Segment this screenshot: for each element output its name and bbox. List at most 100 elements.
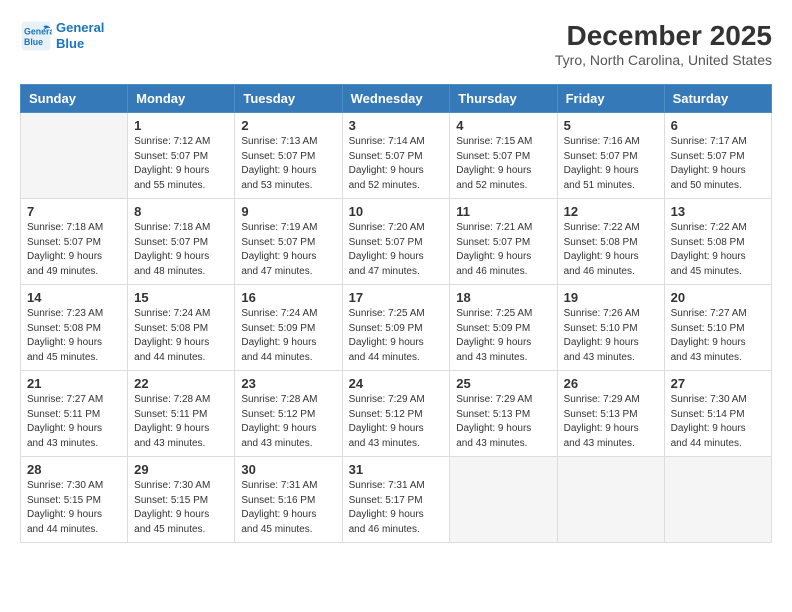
day-number: 25 xyxy=(456,376,550,391)
table-row: 13Sunrise: 7:22 AMSunset: 5:08 PMDayligh… xyxy=(664,199,771,285)
table-row: 31 Sunrise: 7:31 AMSunset: 5:17 PMDayligh… xyxy=(342,457,450,543)
logo-text: General Blue xyxy=(56,20,104,51)
table-row: 28Sunrise: 7:30 AMSunset: 5:15 PMDayligh… xyxy=(21,457,128,543)
day-info: Sunrise: 7:25 AMSunset: 5:09 PMDaylight:… xyxy=(349,307,444,365)
day-number: 9 xyxy=(241,204,335,219)
day-info: Sunrise: 7:29 AMSunset: 5:13 PMDaylight:… xyxy=(564,393,658,451)
day-number: 26 xyxy=(564,376,658,391)
table-row: 2 Sunrise: 7:13 AMSunset: 5:07 PMDaylight… xyxy=(235,113,342,199)
day-number: 5 xyxy=(564,118,658,133)
day-number: 14 xyxy=(27,290,121,305)
day-info: Sunrise: 7:21 AMSunset: 5:07 PMDaylight:… xyxy=(456,221,550,279)
day-info: Sunrise: 7:22 AMSunset: 5:08 PMDaylight:… xyxy=(564,221,658,279)
day-info: Sunrise: 7:31 AMSunset: 5:16 PMDaylight:… xyxy=(241,479,335,537)
table-row: 10 Sunrise: 7:20 AMSunset: 5:07 PMDayligh… xyxy=(342,199,450,285)
day-number: 31 xyxy=(349,462,444,477)
table-row: 12 Sunrise: 7:22 AMSunset: 5:08 PMDayligh… xyxy=(557,199,664,285)
day-info: Sunrise: 7:15 AMSunset: 5:07 PMDaylight:… xyxy=(456,135,550,193)
table-row xyxy=(21,113,128,199)
calendar-subtitle: Tyro, North Carolina, United States xyxy=(555,52,772,68)
day-info: Sunrise: 7:16 AMSunset: 5:07 PMDaylight:… xyxy=(564,135,658,193)
table-row: 30 Sunrise: 7:31 AMSunset: 5:16 PMDayligh… xyxy=(235,457,342,543)
table-row: 5 Sunrise: 7:16 AMSunset: 5:07 PMDaylight… xyxy=(557,113,664,199)
table-row: 29 Sunrise: 7:30 AMSunset: 5:15 PMDayligh… xyxy=(128,457,235,543)
table-row: 21 Sunrise: 7:27 AMSunset: 5:11 PMDayligh… xyxy=(21,371,128,457)
table-row: 18 Sunrise: 7:25 AMSunset: 5:09 PMDayligh… xyxy=(450,285,557,371)
day-number: 15 xyxy=(134,290,228,305)
day-info: Sunrise: 7:31 AMSunset: 5:17 PMDaylight:… xyxy=(349,479,444,537)
day-number: 4 xyxy=(456,118,550,133)
day-number: 11 xyxy=(456,204,550,219)
calendar-week-row: 21 Sunrise: 7:27 AMSunset: 5:11 PMDayligh… xyxy=(21,371,772,457)
header-tuesday: Tuesday xyxy=(235,85,342,113)
day-number: 8 xyxy=(134,204,228,219)
day-info: Sunrise: 7:25 AMSunset: 5:09 PMDaylight:… xyxy=(456,307,550,365)
table-row: 22 Sunrise: 7:28 AMSunset: 5:11 PMDayligh… xyxy=(128,371,235,457)
day-number: 12 xyxy=(564,204,658,219)
table-row xyxy=(450,457,557,543)
day-number: 27 xyxy=(671,376,765,391)
logo: General Blue General Blue xyxy=(20,20,104,52)
day-info: Sunrise: 7:14 AMSunset: 5:07 PMDaylight:… xyxy=(349,135,444,193)
day-info: Sunrise: 7:29 AMSunset: 5:13 PMDaylight:… xyxy=(456,393,550,451)
day-info: Sunrise: 7:18 AMSunset: 5:07 PMDaylight:… xyxy=(27,221,121,279)
table-row: 11 Sunrise: 7:21 AMSunset: 5:07 PMDayligh… xyxy=(450,199,557,285)
day-info: Sunrise: 7:18 AMSunset: 5:07 PMDaylight:… xyxy=(134,221,228,279)
table-row: 26 Sunrise: 7:29 AMSunset: 5:13 PMDayligh… xyxy=(557,371,664,457)
weekday-header-row: Sunday Monday Tuesday Wednesday Thursday… xyxy=(21,85,772,113)
day-info: Sunrise: 7:26 AMSunset: 5:10 PMDaylight:… xyxy=(564,307,658,365)
calendar-week-row: 7 Sunrise: 7:18 AMSunset: 5:07 PMDaylight… xyxy=(21,199,772,285)
day-info: Sunrise: 7:30 AMSunset: 5:15 PMDaylight:… xyxy=(134,479,228,537)
table-row: 1Sunrise: 7:12 AMSunset: 5:07 PMDaylight… xyxy=(128,113,235,199)
table-row: 25 Sunrise: 7:29 AMSunset: 5:13 PMDayligh… xyxy=(450,371,557,457)
header-thursday: Thursday xyxy=(450,85,557,113)
header-saturday: Saturday xyxy=(664,85,771,113)
calendar-week-row: 14 Sunrise: 7:23 AMSunset: 5:08 PMDayligh… xyxy=(21,285,772,371)
header-wednesday: Wednesday xyxy=(342,85,450,113)
table-row: 27 Sunrise: 7:30 AMSunset: 5:14 PMDayligh… xyxy=(664,371,771,457)
table-row: 19Sunrise: 7:26 AMSunset: 5:10 PMDayligh… xyxy=(557,285,664,371)
day-number: 30 xyxy=(241,462,335,477)
table-row xyxy=(664,457,771,543)
day-info: Sunrise: 7:19 AMSunset: 5:07 PMDaylight:… xyxy=(241,221,335,279)
header-friday: Friday xyxy=(557,85,664,113)
svg-text:Blue: Blue xyxy=(24,37,43,47)
day-number: 22 xyxy=(134,376,228,391)
day-number: 21 xyxy=(27,376,121,391)
header-sunday: Sunday xyxy=(21,85,128,113)
table-row: 8 Sunrise: 7:18 AMSunset: 5:07 PMDaylight… xyxy=(128,199,235,285)
day-info: Sunrise: 7:12 AMSunset: 5:07 PMDaylight:… xyxy=(134,135,228,193)
day-number: 2 xyxy=(241,118,335,133)
table-row xyxy=(557,457,664,543)
calendar-week-row: 1Sunrise: 7:12 AMSunset: 5:07 PMDaylight… xyxy=(21,113,772,199)
day-number: 7 xyxy=(27,204,121,219)
table-row: 7 Sunrise: 7:18 AMSunset: 5:07 PMDaylight… xyxy=(21,199,128,285)
table-row: 6Sunrise: 7:17 AMSunset: 5:07 PMDaylight… xyxy=(664,113,771,199)
calendar-title: December 2025 xyxy=(555,20,772,52)
day-number: 24 xyxy=(349,376,444,391)
day-number: 17 xyxy=(349,290,444,305)
calendar-table: Sunday Monday Tuesday Wednesday Thursday… xyxy=(20,84,772,543)
day-info: Sunrise: 7:27 AMSunset: 5:11 PMDaylight:… xyxy=(27,393,121,451)
day-number: 20 xyxy=(671,290,765,305)
day-number: 29 xyxy=(134,462,228,477)
day-info: Sunrise: 7:29 AMSunset: 5:12 PMDaylight:… xyxy=(349,393,444,451)
calendar-week-row: 28Sunrise: 7:30 AMSunset: 5:15 PMDayligh… xyxy=(21,457,772,543)
day-info: Sunrise: 7:13 AMSunset: 5:07 PMDaylight:… xyxy=(241,135,335,193)
table-row: 20 Sunrise: 7:27 AMSunset: 5:10 PMDayligh… xyxy=(664,285,771,371)
table-row: 24 Sunrise: 7:29 AMSunset: 5:12 PMDayligh… xyxy=(342,371,450,457)
day-number: 18 xyxy=(456,290,550,305)
day-info: Sunrise: 7:23 AMSunset: 5:08 PMDaylight:… xyxy=(27,307,121,365)
day-number: 23 xyxy=(241,376,335,391)
table-row: 16Sunrise: 7:24 AMSunset: 5:09 PMDayligh… xyxy=(235,285,342,371)
day-info: Sunrise: 7:28 AMSunset: 5:11 PMDaylight:… xyxy=(134,393,228,451)
day-number: 10 xyxy=(349,204,444,219)
day-info: Sunrise: 7:27 AMSunset: 5:10 PMDaylight:… xyxy=(671,307,765,365)
day-info: Sunrise: 7:24 AMSunset: 5:08 PMDaylight:… xyxy=(134,307,228,365)
page-header: General Blue General Blue December 2025 … xyxy=(20,20,772,68)
day-info: Sunrise: 7:20 AMSunset: 5:07 PMDaylight:… xyxy=(349,221,444,279)
logo-icon: General Blue xyxy=(20,20,52,52)
day-info: Sunrise: 7:22 AMSunset: 5:08 PMDaylight:… xyxy=(671,221,765,279)
day-number: 3 xyxy=(349,118,444,133)
day-info: Sunrise: 7:30 AMSunset: 5:14 PMDaylight:… xyxy=(671,393,765,451)
